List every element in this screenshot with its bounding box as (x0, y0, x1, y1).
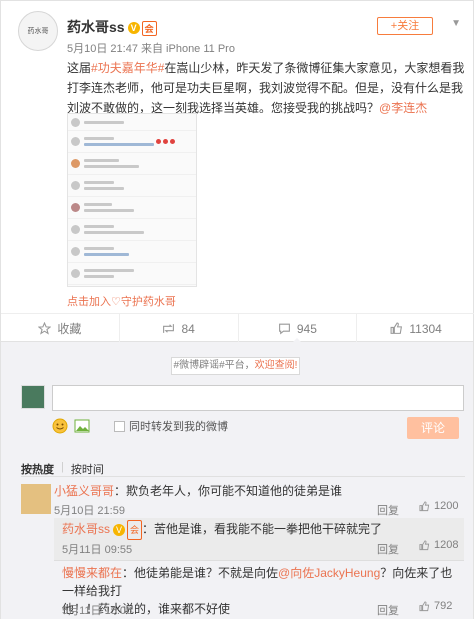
reply-author[interactable]: 药水哥ss (62, 522, 110, 536)
vip-icon: 会 (141, 20, 157, 36)
post-meta: 5月10日 21:47 来自 iPhone 11 Pro (67, 43, 235, 55)
comment-1: 小猛义哥哥：欺负老年人，你可能不知道他的徒弟是谁 (54, 482, 342, 500)
like-button[interactable]: 11304 (357, 314, 474, 343)
comment-time: 5月10日 21:59 (54, 505, 125, 517)
comment-author[interactable]: 小猛义哥哥 (54, 484, 114, 498)
reply-button[interactable]: 回复 (377, 541, 399, 557)
verified-icon: V (113, 524, 126, 536)
follow-button[interactable]: +关注 (377, 17, 433, 35)
comment-like-count: 1200 (434, 500, 459, 512)
repost-count: 84 (181, 321, 195, 336)
submit-comment-button[interactable]: 评论 (407, 417, 459, 439)
post-image[interactable] (67, 113, 197, 287)
post-author[interactable]: 药水哥ss V 会 (67, 17, 157, 37)
comment-text-a: ：他徒弟能是谁？不就是向佐 (122, 566, 279, 580)
comment-like-count: 792 (434, 600, 453, 612)
action-bar: 收藏 84 945 11304 (1, 313, 474, 344)
repost-button[interactable]: 84 (120, 314, 239, 343)
like-icon (390, 322, 403, 334)
comment-like-button[interactable]: 792 (419, 600, 452, 612)
like-icon (419, 500, 430, 511)
reply-text: ：苦他是谁，看我能不能一拳把他干碎就完了 (142, 522, 383, 537)
comments-section: #微博辟谣#平台，欢迎查阅! 同时转发到我的微博 评论 按热度 | 按时间 小猛… (0, 342, 474, 619)
emoji-icon[interactable] (52, 418, 68, 434)
reply-like-button[interactable]: 1208 (419, 539, 458, 551)
like-icon (419, 539, 430, 550)
tab-time[interactable]: 按时间 (71, 461, 104, 477)
post-text: 这届#功夫嘉年华#在嵩山少林，昨天发了条微博征集大家意见，大家想看我打李连杰老师… (67, 58, 469, 118)
chevron-down-icon[interactable]: ▼ (451, 18, 461, 29)
author-name[interactable]: 药水哥ss (67, 19, 125, 35)
vip-icon: 会 (127, 520, 143, 540)
comment-button[interactable]: 945 (239, 314, 358, 344)
post-text-prefix: 这届 (67, 61, 92, 75)
comment-icon (278, 323, 290, 335)
topic-link[interactable]: 欢迎查阅! (255, 360, 298, 371)
invite-link[interactable]: 点击加入♡守护药水哥 (67, 293, 176, 309)
reply-time: 5月11日 09:55 (62, 544, 133, 556)
post-card: 药水哥 药水哥ss V 会 5月10日 21:47 来自 iPhone 11 Pro… (0, 0, 474, 344)
reply-like-count: 1208 (434, 539, 459, 551)
topic-prefix: #微博辟谣#平台， (173, 360, 255, 371)
image-icon[interactable] (74, 418, 90, 434)
comment-count: 945 (296, 321, 317, 336)
repost-icon (163, 324, 175, 333)
tab-hot[interactable]: 按热度 (21, 461, 54, 477)
star-icon (38, 322, 52, 335)
composer-toolbar: 同时转发到我的微博 (52, 418, 228, 434)
avatar-label: 药水哥 (27, 28, 49, 35)
sort-tabs: 按热度 | 按时间 (21, 461, 104, 477)
repost-checkbox[interactable] (114, 420, 125, 432)
comment-like-button[interactable]: 1200 (419, 500, 458, 512)
like-icon (419, 600, 430, 611)
comment-time: 5月11日 15:06 (62, 605, 133, 617)
like-count: 11304 (409, 321, 442, 336)
divider (21, 476, 465, 477)
favorite-label: 收藏 (57, 322, 82, 336)
my-avatar (21, 385, 45, 409)
repost-checkbox-label: 同时转发到我的微博 (129, 421, 228, 433)
comment-author[interactable]: 慢慢来都在 (62, 566, 122, 580)
topic-banner[interactable]: #微博辟谣#平台，欢迎查阅! (171, 357, 300, 375)
verified-icon: V (127, 22, 140, 35)
comment-text: ：欺负老年人，你可能不知道他的徒弟是谁 (114, 484, 343, 498)
mention-link[interactable]: @向佐JackyHeung (278, 566, 380, 580)
comment-avatar[interactable] (21, 484, 51, 514)
favorite-button[interactable]: 收藏 (1, 314, 120, 343)
reply-button[interactable]: 回复 (377, 602, 399, 618)
reply-1: 药水哥ss V 会：苦他是谁，看我能不能一拳把他干碎就完了 (62, 520, 382, 540)
avatar[interactable]: 药水哥 (18, 11, 58, 51)
divider (54, 560, 464, 561)
mention-link[interactable]: @李连杰 (379, 101, 427, 115)
comment-input[interactable] (52, 385, 464, 411)
reply-button[interactable]: 回复 (377, 502, 399, 518)
hashtag-link[interactable]: #功夫嘉年华# (91, 61, 164, 75)
